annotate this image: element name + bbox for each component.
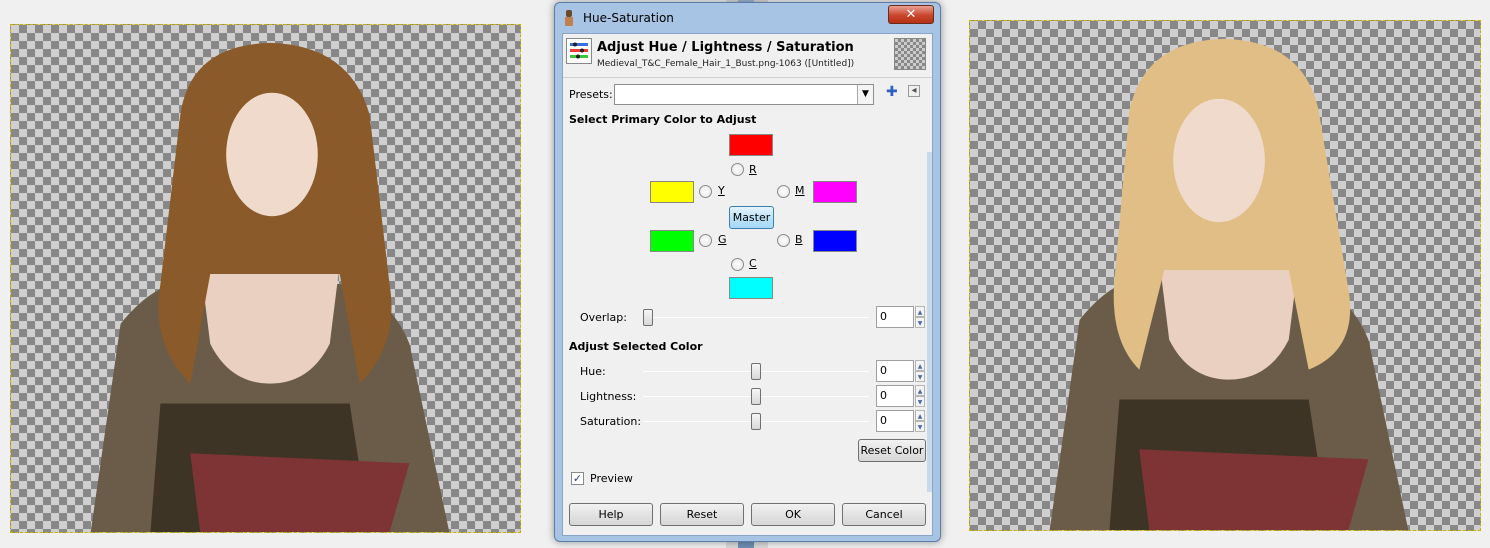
help-button[interactable]: Help [569, 503, 653, 526]
overlap-slider-track[interactable] [643, 317, 869, 318]
image-name: Medieval_T&C_Female_Hair_1_Bust.png-1063… [597, 59, 855, 69]
hue-spinner[interactable]: ▲ ▼ [915, 360, 925, 382]
lightness-slider-thumb[interactable] [751, 388, 761, 405]
ok-button[interactable]: OK [751, 503, 835, 526]
radio-red-label: R [749, 163, 757, 176]
magenta-swatch [813, 181, 857, 203]
preview-checkbox[interactable]: ✓ [571, 472, 584, 485]
reset-button[interactable]: Reset [660, 503, 744, 526]
presets-label: Presets: [569, 88, 613, 101]
radio-blue[interactable] [777, 234, 790, 247]
canvas-preview[interactable] [969, 20, 1481, 531]
add-preset-icon[interactable]: ✚ [886, 84, 898, 100]
dialog-header: Adjust Hue / Lightness / Saturation Medi… [563, 34, 932, 78]
yellow-swatch [650, 181, 694, 203]
overlap-slider-thumb[interactable] [643, 309, 653, 326]
chevron-down-icon[interactable]: ▼ [857, 85, 873, 104]
lightness-spinner[interactable]: ▲ ▼ [915, 385, 925, 407]
radio-cyan-label: C [749, 257, 757, 270]
saturation-value-field[interactable]: 0 [876, 410, 914, 432]
green-swatch [650, 230, 694, 252]
radio-red[interactable] [731, 163, 744, 176]
dialog-heading: Adjust Hue / Lightness / Saturation [597, 40, 854, 55]
character-original-image [90, 42, 450, 532]
hue-saturation-dialog: Hue-Saturation ✕ Adjust Hue / Lightness … [554, 2, 941, 542]
hue-saturation-icon [566, 38, 592, 64]
saturation-spinner[interactable]: ▲ ▼ [915, 410, 925, 432]
presets-combo[interactable]: ▼ [614, 84, 874, 105]
title-bar[interactable]: Hue-Saturation ✕ [555, 3, 940, 33]
saturation-label: Saturation: [580, 415, 642, 428]
saturation-slider-thumb[interactable] [751, 413, 761, 430]
overlap-value-field[interactable]: 0 [876, 306, 914, 328]
master-button[interactable]: Master [729, 206, 774, 229]
radio-yellow-label: Y [718, 184, 725, 197]
preview-label: Preview [590, 472, 633, 485]
hue-value-field[interactable]: 0 [876, 360, 914, 382]
red-swatch [729, 134, 773, 156]
radio-cyan[interactable] [731, 258, 744, 271]
primary-color-heading: Select Primary Color to Adjust [569, 113, 757, 126]
cancel-button[interactable]: Cancel [842, 503, 926, 526]
window-title: Hue-Saturation [583, 11, 674, 25]
preset-menu-icon[interactable]: ◂ [908, 85, 920, 97]
hue-slider-thumb[interactable] [751, 363, 761, 380]
cyan-swatch [729, 277, 773, 299]
hue-label: Hue: [580, 365, 606, 378]
lightness-label: Lightness: [580, 390, 637, 403]
overlap-spinner[interactable]: ▲ ▼ [915, 306, 925, 328]
radio-blue-label: B [795, 233, 803, 246]
reset-color-button[interactable]: Reset Color [858, 439, 926, 462]
canvas-original[interactable] [10, 24, 521, 533]
radio-green-label: G [718, 233, 727, 246]
dialog-scrollbar[interactable] [927, 152, 932, 492]
radio-yellow[interactable] [699, 185, 712, 198]
radio-magenta[interactable] [777, 185, 790, 198]
adjust-selected-heading: Adjust Selected Color [569, 340, 703, 353]
radio-green[interactable] [699, 234, 712, 247]
image-thumbnail [894, 38, 926, 70]
blue-swatch [813, 230, 857, 252]
radio-magenta-label: M [795, 184, 805, 197]
lightness-value-field[interactable]: 0 [876, 385, 914, 407]
character-preview-image [1049, 38, 1409, 530]
overlap-label: Overlap: [580, 311, 627, 324]
close-button[interactable]: ✕ [888, 5, 934, 24]
gimp-app-icon [565, 10, 573, 26]
dialog-body: Adjust Hue / Lightness / Saturation Medi… [562, 33, 933, 536]
